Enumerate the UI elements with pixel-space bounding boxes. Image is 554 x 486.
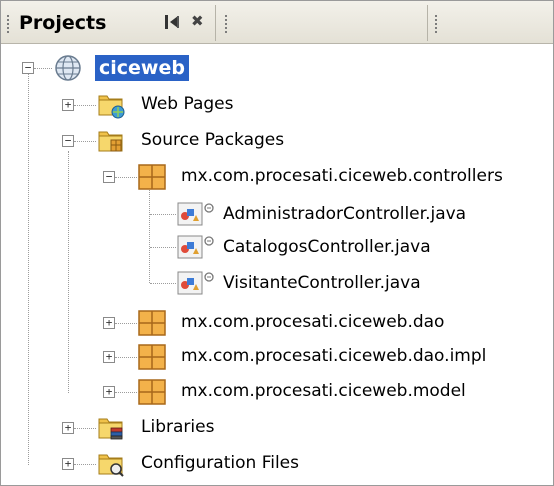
tree-connector: [74, 464, 96, 465]
tree-node-package[interactable]: mx.com.procesati.ciceweb.model: [181, 376, 466, 406]
tree-guide-line: [68, 151, 69, 393]
tree-node-package[interactable]: mx.com.procesati.ciceweb.dao.impl: [181, 341, 486, 371]
source-folder-icon: [98, 131, 123, 152]
java-class-file-icon: [177, 271, 214, 295]
tree-connector: [115, 392, 137, 393]
expand-toggle[interactable]: +: [62, 99, 74, 111]
package-icon: [138, 164, 166, 190]
package-icon: [138, 379, 166, 405]
tree-connector: [74, 428, 96, 429]
package-icon: [138, 310, 166, 336]
tree-connector: [150, 283, 176, 284]
web-folder-icon: [98, 95, 125, 119]
drag-grip-icon[interactable]: [435, 15, 437, 33]
tab-projects[interactable]: Projects: [19, 12, 106, 34]
expand-toggle[interactable]: +: [103, 317, 115, 329]
tree-connector: [115, 177, 137, 178]
tree-node-libraries[interactable]: Libraries: [141, 412, 214, 442]
collapse-toggle[interactable]: −: [22, 62, 34, 74]
tree-node-configuration-files[interactable]: Configuration Files: [141, 448, 299, 478]
package-icon: [138, 344, 166, 370]
projects-tab-bar: Projects ✖: [1, 1, 553, 44]
tab-separator: [215, 5, 216, 41]
tree-connector: [74, 105, 96, 106]
expand-toggle[interactable]: +: [62, 422, 74, 434]
tree-guide-line: [28, 73, 29, 465]
java-class-file-icon: [177, 202, 214, 226]
expand-toggle[interactable]: +: [62, 458, 74, 470]
tree-node-package[interactable]: mx.com.procesati.ciceweb.dao: [181, 307, 444, 337]
tree-connector: [115, 357, 137, 358]
drag-grip-icon[interactable]: [7, 15, 9, 33]
projects-panel: Projects ✖ − ciceweb + Web Pages − Sourc…: [0, 0, 554, 486]
minimize-window-icon[interactable]: [163, 13, 181, 31]
tree-node-source-packages[interactable]: Source Packages: [141, 125, 284, 155]
config-folder-icon: [98, 454, 124, 477]
tree-connector: [115, 323, 137, 324]
tree-node-file[interactable]: VisitanteController.java: [223, 268, 421, 298]
collapse-toggle[interactable]: −: [62, 135, 74, 147]
tab-separator: [427, 5, 428, 41]
tree-node-project[interactable]: ciceweb: [95, 53, 189, 83]
tree-node-file[interactable]: AdministradorController.java: [223, 199, 466, 229]
tree-connector: [74, 141, 96, 142]
library-folder-icon: [98, 418, 123, 440]
expand-toggle[interactable]: +: [103, 386, 115, 398]
tree-connector: [34, 68, 52, 69]
drag-grip-icon[interactable]: [225, 15, 227, 33]
project-label[interactable]: ciceweb: [95, 55, 189, 81]
java-class-file-icon: [177, 235, 214, 259]
web-project-globe-icon: [55, 55, 81, 81]
tree-node-web-pages[interactable]: Web Pages: [141, 89, 233, 119]
tree-connector: [150, 247, 176, 248]
tree-guide-line: [149, 187, 150, 283]
expand-toggle[interactable]: +: [103, 351, 115, 363]
tree-node-file[interactable]: CatalogosController.java: [223, 232, 431, 262]
tree-node-package[interactable]: mx.com.procesati.ciceweb.controllers: [181, 161, 503, 191]
collapse-toggle[interactable]: −: [103, 171, 115, 183]
tree-connector: [150, 214, 176, 215]
close-icon[interactable]: ✖: [191, 12, 204, 30]
